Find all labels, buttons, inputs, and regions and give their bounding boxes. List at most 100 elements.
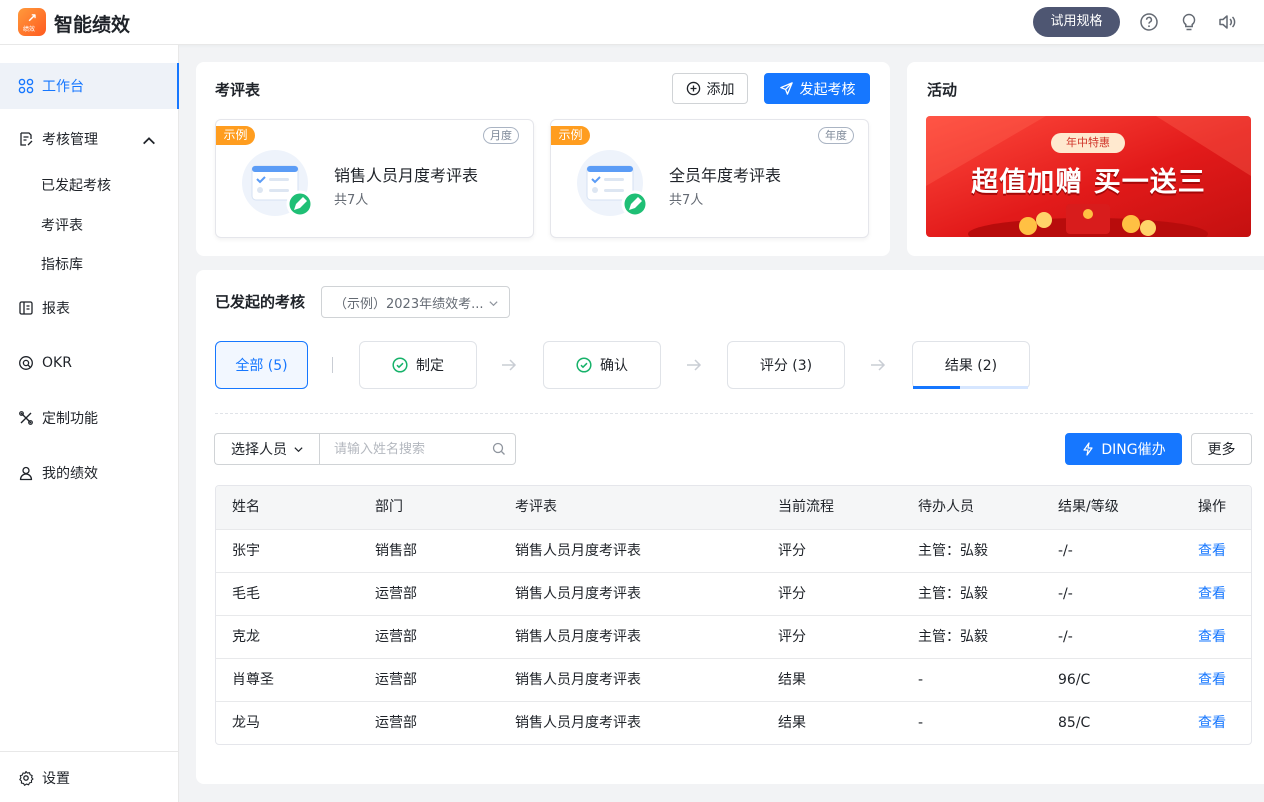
cell-template: 销售人员月度考评表 (515, 715, 641, 731)
banner-pill: 年中特惠 (1051, 133, 1125, 153)
cell-stage: 评分 (778, 543, 806, 559)
form-edit-icon (577, 150, 649, 218)
sidebar-item-settings[interactable]: 设置 (0, 758, 179, 798)
cell-result: -/- (1058, 629, 1073, 645)
cell-dept: 运营部 (375, 586, 417, 602)
cell-name: 张宇 (232, 543, 260, 559)
banner-headline: 超值加赠 买一送三 (971, 167, 1206, 198)
template-count: 共7人 (669, 193, 704, 208)
sidebar-item-label: 报表 (42, 301, 70, 317)
activity-title: 活动 (927, 81, 958, 99)
step-confirm[interactable]: 确认 (543, 341, 661, 389)
lightbulb-icon[interactable] (1179, 12, 1199, 32)
more-button-label: 更多 (1207, 442, 1236, 458)
sidebar-item-label: OKR (42, 355, 72, 371)
add-button[interactable]: 添加 (672, 73, 748, 104)
check-circle-icon (576, 357, 592, 373)
step-all[interactable]: 全部 (5) (215, 341, 308, 389)
cell-name: 肖尊圣 (232, 672, 274, 688)
review-dropdown-value: （示例）2023年绩效考... (334, 296, 484, 312)
cell-dept: 运营部 (375, 672, 417, 688)
cell-stage: 评分 (778, 586, 806, 602)
header-name: 姓名 (232, 499, 260, 515)
table-row: 克龙 运营部 销售人员月度考评表 评分 主管：弘毅 -/- 查看 (216, 615, 1251, 658)
view-link[interactable]: 查看 (1198, 702, 1226, 744)
cell-name: 克龙 (232, 629, 260, 645)
speaker-icon[interactable] (1217, 12, 1237, 32)
cell-dept: 运营部 (375, 629, 417, 645)
table-row: 肖尊圣 运营部 销售人员月度考评表 结果 - 96/C 查看 (216, 658, 1251, 701)
view-link[interactable]: 查看 (1198, 530, 1226, 573)
name-search-input[interactable] (319, 433, 516, 465)
sidebar-subitem-launched[interactable]: 已发起考核 (41, 175, 111, 195)
chevron-up-icon[interactable] (141, 133, 157, 149)
app-title: 智能绩效 (54, 14, 131, 36)
user-icon (19, 466, 33, 481)
sidebar-item-my-performance[interactable]: 我的绩效 (0, 453, 179, 493)
cell-template: 销售人员月度考评表 (515, 629, 641, 645)
chevron-down-icon (489, 301, 498, 307)
sidebar-item-workbench[interactable]: 工作台 (0, 63, 179, 109)
sidebar: 工作台 考核管理 已发起考核 考评表 指标库 报表 OKR 定制功能 我的绩效 … (0, 45, 179, 802)
ding-remind-button[interactable]: DING催办 (1065, 433, 1182, 465)
promo-banner[interactable]: 年中特惠 超值加赠 买一送三 (926, 116, 1251, 237)
launch-review-label: 发起考核 (799, 81, 856, 98)
report-icon (19, 301, 33, 315)
template-card-monthly[interactable]: 示例 月度 销售人员月度考评表 共7人 (215, 119, 534, 238)
top-bar: ↗ 绩效 智能绩效 试用规格 (0, 0, 1264, 45)
okr-icon (19, 356, 33, 370)
person-select[interactable]: 选择人员 (214, 433, 320, 465)
step-label: 评分 (3) (759, 358, 813, 374)
cell-name: 龙马 (232, 715, 260, 731)
cell-result: -/- (1058, 543, 1073, 559)
gear-icon (19, 770, 34, 786)
template-count: 共7人 (334, 193, 369, 208)
cell-result: 96/C (1058, 672, 1091, 688)
cell-dept: 运营部 (375, 715, 417, 731)
sidebar-item-review-mgmt[interactable]: 考核管理 (0, 119, 179, 159)
view-link[interactable]: 查看 (1198, 616, 1226, 659)
step-score[interactable]: 评分 (3) (727, 341, 845, 389)
cell-template: 销售人员月度考评表 (515, 672, 641, 688)
review-dropdown[interactable]: （示例）2023年绩效考... (321, 286, 510, 318)
trial-button[interactable]: 试用规格 (1033, 7, 1120, 37)
sidebar-subitem-indicators[interactable]: 指标库 (41, 254, 83, 274)
sidebar-item-custom[interactable]: 定制功能 (0, 398, 179, 438)
header-pending: 待办人员 (918, 499, 974, 515)
launch-review-button[interactable]: 发起考核 (764, 73, 870, 104)
sidebar-subitem-templates[interactable]: 考评表 (41, 215, 83, 235)
step-define[interactable]: 制定 (359, 341, 477, 389)
example-tag: 示例 (551, 126, 590, 145)
period-tag: 月度 (483, 127, 519, 144)
sidebar-item-label: 定制功能 (42, 411, 98, 427)
view-link[interactable]: 查看 (1198, 659, 1226, 702)
header-stage: 当前流程 (778, 499, 834, 515)
table-row: 龙马 运营部 销售人员月度考评表 结果 - 85/C 查看 (216, 701, 1251, 744)
send-icon (779, 82, 793, 95)
sidebar-item-okr[interactable]: OKR (0, 343, 179, 383)
cell-dept: 销售部 (375, 543, 417, 559)
template-name: 全员年度考评表 (669, 166, 782, 185)
sidebar-item-report[interactable]: 报表 (0, 288, 179, 328)
help-icon[interactable] (1139, 12, 1159, 32)
step-label: 确认 (600, 358, 628, 374)
header-action: 操作 (1198, 499, 1226, 515)
arrow-right-icon (502, 359, 517, 371)
header-template: 考评表 (515, 499, 557, 515)
step-result[interactable]: 结果 (2) (912, 341, 1030, 389)
form-edit-icon (242, 150, 314, 218)
ding-remind-label: DING催办 (1101, 442, 1166, 458)
view-link[interactable]: 查看 (1198, 573, 1226, 616)
search-icon[interactable] (492, 442, 506, 456)
section-divider (215, 413, 1253, 414)
add-button-label: 添加 (706, 81, 735, 98)
sidebar-divider (0, 751, 179, 752)
app-logo[interactable]: ↗ 绩效 (18, 8, 46, 36)
table-row: 毛毛 运营部 销售人员月度考评表 评分 主管：弘毅 -/- 查看 (216, 572, 1251, 615)
more-button[interactable]: 更多 (1191, 433, 1252, 465)
cell-pending: 主管：弘毅 (918, 586, 988, 602)
cell-pending: - (918, 672, 924, 688)
template-card-annual[interactable]: 示例 年度 全员年度考评表 共7人 (550, 119, 869, 238)
period-tag: 年度 (818, 127, 854, 144)
cell-pending: 主管：弘毅 (918, 543, 988, 559)
